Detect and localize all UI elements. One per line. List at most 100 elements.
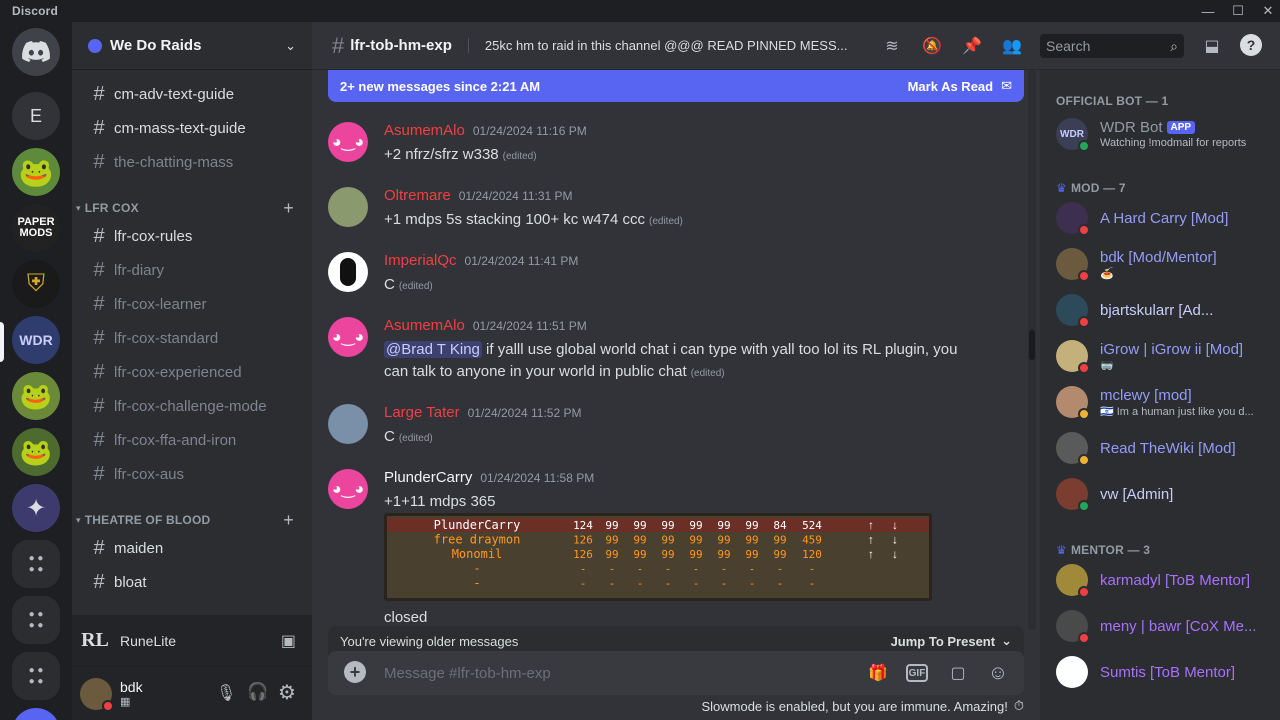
member-mod[interactable]: bjartskularr [Ad... (1048, 288, 1272, 332)
member-mod[interactable]: vw [Admin] (1048, 472, 1272, 516)
channel-lfr-cox-rules[interactable]: # lfr-cox-rules (80, 220, 304, 252)
search-input[interactable]: Search ⌕ (1040, 34, 1184, 58)
message-author[interactable]: ImperialQc (384, 252, 457, 269)
help-icon[interactable]: ? (1240, 34, 1262, 56)
channel-bloat[interactable]: # bloat (80, 566, 304, 598)
server-paper-mods[interactable]: PAPER MODS (12, 204, 60, 252)
server-wdr[interactable]: WDR (12, 316, 60, 364)
inbox-icon[interactable]: ⬓ (1200, 34, 1224, 58)
mute-notifications-icon[interactable]: 🔕 (920, 34, 944, 58)
close-window-button[interactable]: ✕ (1252, 0, 1280, 22)
member-mod[interactable]: Read TheWiki [Mod] (1048, 426, 1272, 470)
member-mod[interactable]: iGrow | iGrow ii [Mod] 🥽 (1048, 334, 1272, 378)
member-list-icon[interactable]: 👥 (1000, 34, 1024, 58)
arrow-up-icon: ↑ (868, 547, 874, 561)
avatar[interactable]: ◕‿◕ (328, 122, 368, 162)
online-status-icon (1078, 140, 1090, 152)
embed-stat-cell: 99 (745, 519, 758, 532)
member-mod[interactable]: bdk [Mod/Mentor] 🍝 (1048, 242, 1272, 286)
microphone-icon[interactable]: 🎙 (216, 683, 236, 703)
search-icon: ⌕ (1170, 37, 1178, 54)
member-mod[interactable]: A Hard Carry [Mod] (1048, 196, 1272, 240)
channel-lfr-diary[interactable]: # lfr-diary (80, 254, 304, 286)
avatar (1056, 564, 1090, 598)
image-attachment[interactable]: PlunderCarry 124 99 99 99 99 99 99 84 524 ↑ ↓ free d… (384, 513, 932, 601)
maximize-button[interactable]: ☐ (1222, 0, 1254, 22)
threads-icon[interactable]: ≋ (880, 34, 904, 58)
avatar (1056, 294, 1090, 328)
user-mention[interactable]: @Brad T King (384, 341, 482, 358)
channel-lfr-cox-challenge-mode[interactable]: # lfr-cox-challenge-mode (80, 390, 304, 422)
server-folder-3[interactable]: ● ● ● ● (12, 652, 60, 700)
gif-icon[interactable]: GIF (906, 664, 928, 682)
channel-lfr-cox-standard[interactable]: # lfr-cox-standard (80, 322, 304, 354)
server-exit-frog[interactable]: 🐸 (12, 428, 60, 476)
embed-stat-cell: - (609, 577, 616, 590)
server-partial[interactable] (12, 708, 60, 720)
settings-gear-icon[interactable]: ⚙ (278, 680, 296, 705)
server-frog-2[interactable]: 🐸 (12, 372, 60, 420)
member-mentor[interactable]: karmadyl [ToB Mentor] (1048, 558, 1272, 602)
avatar[interactable]: ◕‿◕ (328, 469, 368, 509)
member-mentor[interactable]: meny | bawr [CoX Me... (1048, 604, 1272, 648)
arrow-up-icon: ↑ (868, 518, 874, 532)
gift-icon[interactable]: 🎁 (866, 661, 890, 685)
message-scrollbar-thumb[interactable] (1029, 330, 1035, 360)
message-author[interactable]: Large Tater (384, 404, 460, 421)
avatar[interactable] (328, 404, 368, 444)
sticker-icon[interactable]: ▢ (946, 661, 970, 685)
channel-cm-adv-text-guide[interactable]: # cm-adv-text-guide (80, 78, 304, 110)
emoji-icon[interactable]: ☺ (986, 661, 1010, 685)
message-input[interactable]: Message #lfr-tob-hm-exp (384, 665, 551, 682)
channel-lfr-cox-learner[interactable]: # lfr-cox-learner (80, 288, 304, 320)
server-folder-2[interactable]: ● ● ● ● (12, 596, 60, 644)
avatar[interactable] (80, 677, 114, 712)
home-button[interactable] (12, 28, 60, 76)
hash-icon: # (93, 462, 105, 485)
server-e[interactable]: E (12, 92, 60, 140)
mark-as-read-button[interactable]: Mark As Read ✉ (908, 78, 1012, 94)
message-composer[interactable]: + Message #lfr-tob-hm-exp 🎁 GIF ▢ ☺ (328, 651, 1024, 695)
channel-cm-mass-text-guide[interactable]: # cm-mass-text-guide (80, 112, 304, 144)
message-author[interactable]: AsumemAlo (384, 122, 465, 139)
embed-stat-cell: 99 (633, 548, 646, 561)
server-header[interactable]: We Do Raids ⌄ (72, 22, 312, 70)
member-mentor[interactable]: Sumtis [ToB Mentor] (1048, 650, 1272, 694)
member-mod[interactable]: mclewy [mod] 🇮🇱 Im a human just like you… (1048, 380, 1272, 424)
add-channel-icon[interactable]: + (283, 198, 294, 219)
message-author[interactable]: PlunderCarry (384, 469, 472, 486)
minimize-button[interactable]: — (1192, 0, 1224, 22)
avatar[interactable] (328, 252, 368, 292)
add-attachment-icon[interactable]: + (344, 661, 366, 683)
app-badge: APP (1166, 121, 1196, 134)
server-folder-1[interactable]: ● ● ● ● (12, 540, 60, 588)
member-wdr-bot[interactable]: WDR WDR Bot APP Watching !modmail for rep… (1048, 112, 1272, 156)
category-lfr-cox[interactable]: ▾ LFR COX + (72, 196, 312, 220)
add-channel-icon[interactable]: + (283, 510, 294, 531)
headphones-icon[interactable]: 🎧 (247, 682, 268, 702)
folder-icon: ● ● ● ● (28, 665, 44, 687)
channel-lfr-cox-aus[interactable]: # lfr-cox-aus (80, 458, 304, 490)
message-author[interactable]: Oltremare (384, 187, 451, 204)
category-theatre-of-blood[interactable]: ▾ THEATRE OF BLOOD + (72, 508, 312, 532)
avatar[interactable]: ◕‿◕ (328, 317, 368, 357)
screen-share-icon[interactable]: ▣ (281, 631, 296, 651)
avatar[interactable] (328, 187, 368, 227)
server-avatars[interactable]: ✦ (12, 484, 60, 532)
message-author[interactable]: AsumemAlo (384, 317, 465, 334)
jump-to-present-button[interactable]: Jump To Present ⌄ (891, 633, 1012, 649)
channel-topic[interactable]: 25kc hm to raid in this channel @@@ READ… (467, 38, 858, 53)
channel-lfr-cox-experienced[interactable]: # lfr-cox-experienced (80, 356, 304, 388)
server-helmet[interactable]: ⛨ (12, 260, 60, 308)
status-icon (1078, 316, 1090, 328)
channel-maiden[interactable]: # maiden (80, 532, 304, 564)
chevron-down-icon: ⌄ (285, 37, 296, 53)
channel-the-chatting-mass[interactable]: # the-chatting-mass (80, 146, 304, 178)
server-frog[interactable]: 🐸 (12, 148, 60, 196)
hash-icon: # (93, 360, 105, 383)
channel-lfr-cox-ffa-and-iron[interactable]: # lfr-cox-ffa-and-iron (80, 424, 304, 456)
new-messages-bar[interactable]: 2+ new messages since 2:21 AM Mark As Re… (328, 70, 1024, 102)
pin-icon[interactable]: 📌 (960, 34, 984, 58)
crown-icon: ♛ (1056, 543, 1067, 557)
stopwatch-icon: ⏱ (1013, 698, 1024, 713)
